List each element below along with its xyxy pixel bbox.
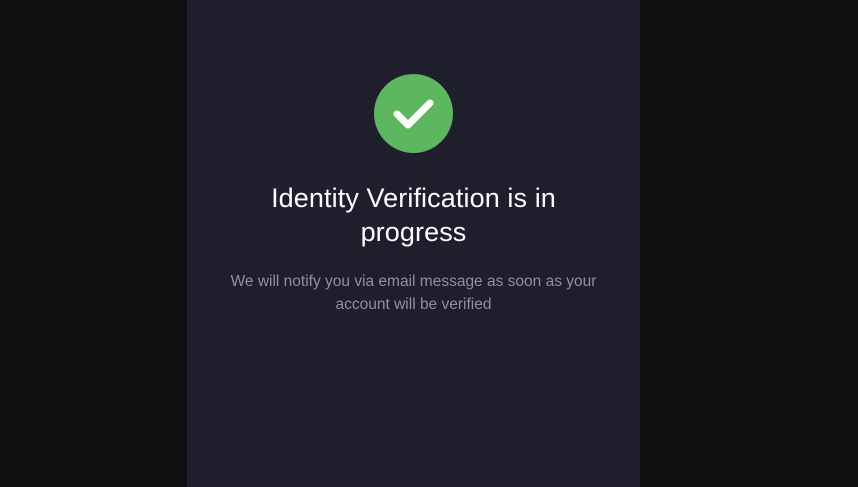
verification-title: Identity Verification is in progress [271,183,556,247]
page: Identity Verification is in progress We … [0,0,858,487]
success-checkmark-icon [374,74,453,153]
verification-message: We will notify you via email message as … [230,273,597,313]
verification-panel: Identity Verification is in progress We … [187,0,640,487]
